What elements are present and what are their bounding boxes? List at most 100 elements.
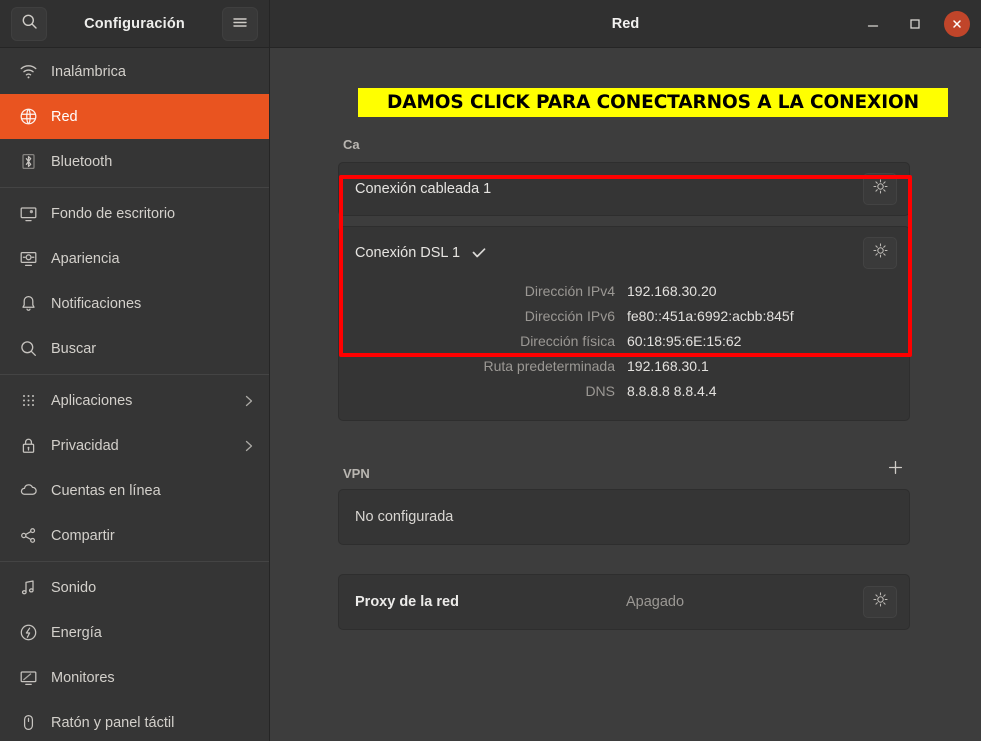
annotation-banner-text: DAMOS CLICK PARA CONECTARNOS A LA CONEXI… <box>387 92 919 113</box>
sidebar-item-label: Inalámbrica <box>51 64 126 80</box>
close-button[interactable] <box>944 11 970 37</box>
gear-icon <box>872 242 889 264</box>
sidebar-item-label: Aplicaciones <box>51 393 132 409</box>
detail-value: fe80::451a:6992:acbb:845f <box>627 304 794 329</box>
proxy-state: Apagado <box>626 594 696 610</box>
detail-value: 192.168.30.1 <box>627 354 709 379</box>
sidebar-item-label: Apariencia <box>51 251 120 267</box>
sidebar-separator <box>0 561 269 562</box>
sidebar-item-monitores[interactable]: Monitores <box>0 655 269 700</box>
gear-icon <box>872 591 889 613</box>
sidebar-separator <box>0 187 269 188</box>
dsl-connection-card: Conexión DSL 1 <box>338 226 910 421</box>
sidebar-item-label: Red <box>51 109 78 125</box>
sidebar-item-bluetooth[interactable]: Bluetooth <box>0 139 269 184</box>
sidebar-nav: Inalámbrica Red <box>0 48 270 741</box>
chevron-right-icon <box>243 439 255 453</box>
sidebar-item-sonido[interactable]: Sonido <box>0 565 269 610</box>
chevron-right-icon <box>243 394 255 408</box>
sidebar-item-label: Bluetooth <box>51 154 112 170</box>
sidebar-item-privacidad[interactable]: Privacidad <box>0 423 269 468</box>
sidebar-header: Configuración <box>0 0 270 47</box>
settings-window: Configuración Red <box>0 0 981 741</box>
sidebar-item-aplicaciones[interactable]: Aplicaciones <box>0 378 269 423</box>
sidebar-item-label: Sonido <box>51 580 96 596</box>
vpn-section-title: VPN <box>343 466 370 481</box>
hamburger-menu-icon <box>232 15 248 33</box>
appearance-icon <box>15 249 41 268</box>
maximize-button[interactable] <box>902 11 928 37</box>
lock-icon <box>15 436 41 455</box>
detail-key: DNS <box>355 379 627 404</box>
connection-details: Dirección IPv4 192.168.30.20 Dirección I… <box>339 279 909 420</box>
power-icon <box>15 623 41 642</box>
detail-value: 8.8.8.8 8.8.4.4 <box>627 379 717 404</box>
connection-row-wired[interactable]: Conexión cableada 1 <box>339 163 909 215</box>
minimize-button[interactable] <box>860 11 886 37</box>
sidebar-item-fondo-de-escritorio[interactable]: Fondo de escritorio <box>0 191 269 236</box>
close-icon <box>951 18 963 30</box>
sidebar-item-cuentas-en-linea[interactable]: Cuentas en línea <box>0 468 269 513</box>
sidebar-separator <box>0 374 269 375</box>
annotation-banner: DAMOS CLICK PARA CONECTARNOS A LA CONEXI… <box>358 88 948 117</box>
search-button[interactable] <box>11 7 47 41</box>
menu-button[interactable] <box>222 7 258 41</box>
titlebar: Configuración Red <box>0 0 981 48</box>
sidebar-item-inalambrica[interactable]: Inalámbrica <box>0 49 269 94</box>
vpn-card: No configurada <box>338 489 910 545</box>
vpn-section-header: VPN <box>338 451 910 481</box>
detail-row: Dirección IPv4 192.168.30.20 <box>355 279 893 304</box>
sidebar-item-notificaciones[interactable]: Notificaciones <box>0 281 269 326</box>
check-icon <box>471 245 487 261</box>
detail-key: Dirección IPv6 <box>355 304 627 329</box>
detail-row: Dirección física 60:18:95:6E:15:62 <box>355 329 893 354</box>
sidebar-item-buscar[interactable]: Buscar <box>0 326 269 371</box>
vpn-empty-label: No configurada <box>355 509 453 525</box>
sidebar-item-label: Energía <box>51 625 102 641</box>
sidebar-item-raton-y-panel-tactil[interactable]: Ratón y panel táctil <box>0 700 269 741</box>
sidebar-item-label: Buscar <box>51 341 96 357</box>
share-icon <box>15 526 41 545</box>
proxy-settings-button[interactable] <box>863 586 897 618</box>
detail-value: 192.168.30.20 <box>627 279 717 304</box>
maximize-icon <box>908 17 922 31</box>
search-icon <box>21 13 38 35</box>
wired-section-header: Ca <box>338 122 910 152</box>
network-icon <box>15 107 41 126</box>
wired-connection-card: Conexión cableada 1 <box>338 162 910 216</box>
sidebar-item-label: Fondo de escritorio <box>51 206 175 222</box>
connection-settings-button[interactable] <box>863 173 897 205</box>
detail-key: Ruta predeterminada <box>355 354 627 379</box>
connection-row-dsl[interactable]: Conexión DSL 1 <box>339 227 909 279</box>
vpn-empty-row: No configurada <box>339 490 909 544</box>
wallpaper-icon <box>15 204 41 223</box>
window-header: Red <box>270 0 981 47</box>
proxy-row[interactable]: Proxy de la red Apagado <box>339 575 909 629</box>
sidebar-item-label: Compartir <box>51 528 115 544</box>
connection-settings-button[interactable] <box>863 237 897 269</box>
connection-name: Conexión DSL 1 <box>355 245 460 261</box>
plus-icon <box>887 459 904 481</box>
detail-row: Dirección IPv6 fe80::451a:6992:acbb:845f <box>355 304 893 329</box>
sidebar-item-apariencia[interactable]: Apariencia <box>0 236 269 281</box>
app-title: Configuración <box>47 16 222 32</box>
sidebar-item-red[interactable]: Red <box>0 94 269 139</box>
mouse-icon <box>15 713 41 732</box>
window-body: Inalámbrica Red <box>0 48 981 741</box>
minimize-icon <box>866 17 880 31</box>
detail-value: 60:18:95:6E:15:62 <box>627 329 741 354</box>
sidebar-item-label: Ratón y panel táctil <box>51 715 174 731</box>
bell-icon <box>15 294 41 313</box>
connection-name-wrap: Conexión DSL 1 <box>355 245 487 261</box>
proxy-card: Proxy de la red Apagado <box>338 574 910 630</box>
proxy-label: Proxy de la red <box>355 594 459 610</box>
wifi-icon <box>15 62 41 81</box>
sidebar-item-energia[interactable]: Energía <box>0 610 269 655</box>
apps-grid-icon <box>15 391 41 410</box>
music-note-icon <box>15 578 41 597</box>
sidebar-item-compartir[interactable]: Compartir <box>0 513 269 558</box>
add-vpn-button[interactable] <box>884 459 906 481</box>
wired-section-title: Ca <box>343 137 360 152</box>
detail-key: Dirección IPv4 <box>355 279 627 304</box>
sidebar-item-label: Notificaciones <box>51 296 141 312</box>
